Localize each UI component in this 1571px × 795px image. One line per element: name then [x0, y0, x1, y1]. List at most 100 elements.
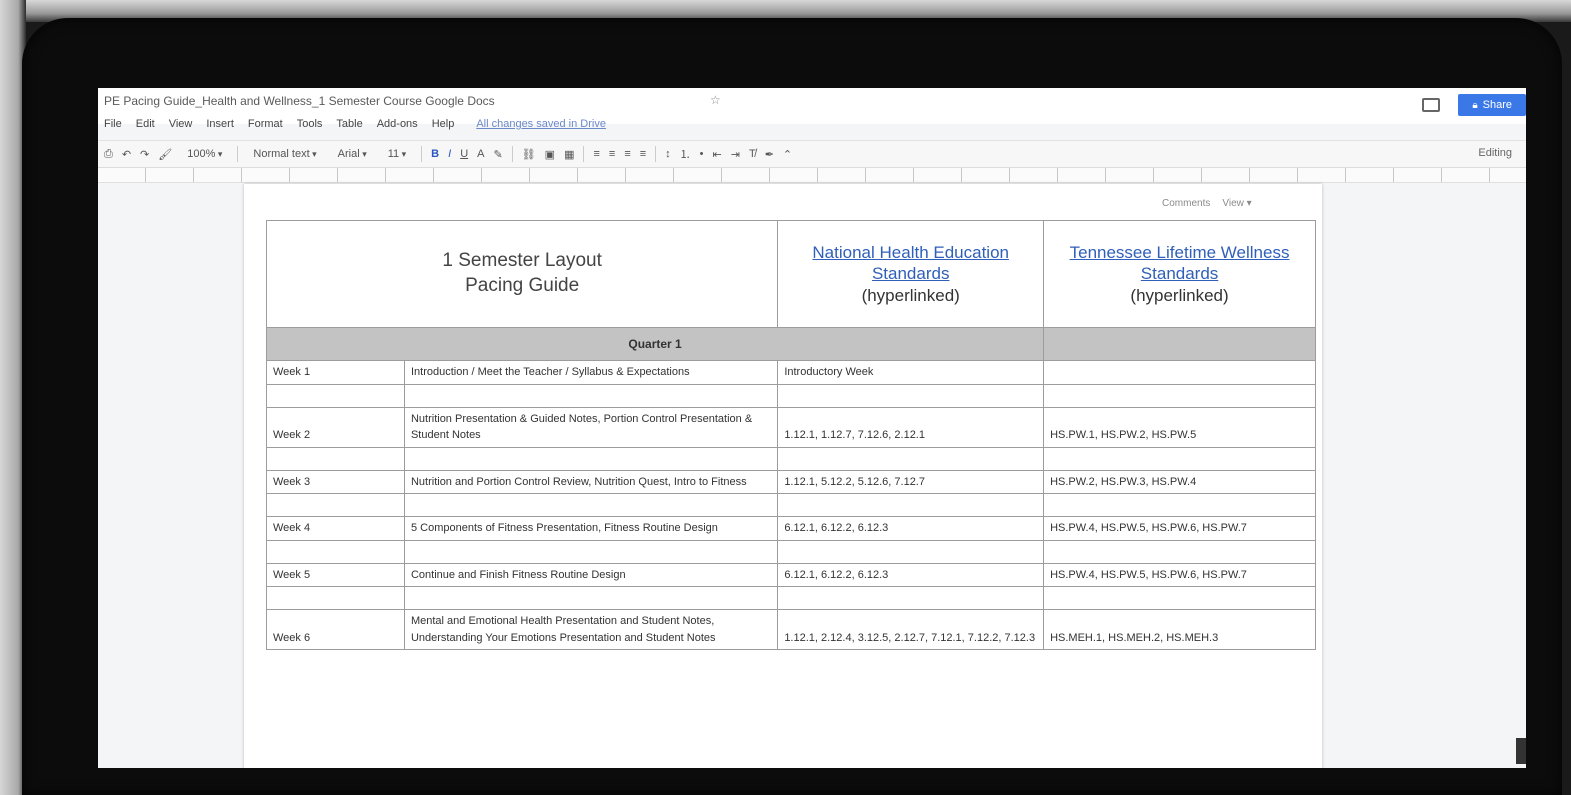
week-cell[interactable]: Week 5: [266, 562, 405, 587]
table-row: Week 3 Nutrition and Portion Control Rev…: [266, 469, 1316, 494]
tn-standards-cell[interactable]: HS.PW.4, HS.PW.5, HS.PW.6, HS.PW.7: [1043, 562, 1316, 587]
tn-standards-cell[interactable]: HS.PW.2, HS.PW.3, HS.PW.4: [1043, 469, 1316, 494]
table-row: Week 1 Introduction / Meet the Teacher /…: [266, 360, 1316, 385]
editing-mode[interactable]: Editing: [1478, 147, 1512, 159]
section-title[interactable]: Quarter 1: [265, 327, 1045, 361]
header-national-cell[interactable]: National Health Education Standards (hyp…: [777, 220, 1045, 328]
header-title-cell[interactable]: 1 Semester Layout Pacing Guide: [265, 220, 779, 328]
menu-tools[interactable]: Tools: [297, 118, 323, 136]
bold-button[interactable]: B: [431, 148, 439, 160]
scroll-handle[interactable]: [1516, 738, 1526, 764]
menu-insert[interactable]: Insert: [206, 118, 234, 136]
image-icon[interactable]: ▦: [564, 148, 574, 161]
bulleted-list-icon[interactable]: •: [700, 148, 704, 160]
spacer-row: [266, 493, 1316, 517]
national-standards-cell[interactable]: Introductory Week: [777, 360, 1045, 385]
paint-format-icon[interactable]: 🖌︎: [158, 148, 172, 161]
line-spacing-icon[interactable]: ↕: [665, 148, 671, 160]
align-left-icon[interactable]: ≡: [593, 148, 599, 160]
pen-icon[interactable]: ✒: [765, 148, 774, 161]
menu-file[interactable]: File: [104, 118, 122, 136]
national-standards-cell[interactable]: 1.12.1, 5.12.2, 5.12.6, 7.12.7: [777, 469, 1045, 494]
menu-table[interactable]: Table: [336, 118, 362, 136]
tn-standards-link[interactable]: Tennessee Lifetime Wellness Standards: [1050, 242, 1309, 285]
share-button[interactable]: 🔒︎ Share: [1458, 94, 1526, 116]
week-cell[interactable]: Week 6: [266, 609, 405, 650]
last-edit-link[interactable]: All changes saved in Drive: [476, 118, 606, 136]
spacer-row: [266, 539, 1316, 564]
browser-screen: PE Pacing Guide_Health and Wellness_1 Se…: [98, 88, 1526, 768]
print-icon[interactable]: ⎙: [104, 148, 113, 161]
zoom-select[interactable]: 100%: [181, 148, 228, 160]
toolbar-divider: [583, 146, 585, 162]
comments-toggle[interactable]: Comments: [1162, 198, 1210, 209]
national-standards-cell[interactable]: 6.12.1, 6.12.2, 6.12.3: [777, 562, 1045, 587]
document-title[interactable]: PE Pacing Guide_Health and Wellness_1 Se…: [104, 94, 495, 108]
numbered-list-icon[interactable]: ⒈: [680, 146, 691, 162]
topic-cell[interactable]: Continue and Finish Fitness Routine Desi…: [403, 562, 779, 587]
collapse-icon[interactable]: ⌃: [783, 148, 792, 161]
header-tn-cell[interactable]: Tennessee Lifetime Wellness Standards (h…: [1043, 220, 1316, 328]
decrease-indent-icon[interactable]: ⇤: [713, 148, 722, 161]
table-row: Week 5 Continue and Finish Fitness Routi…: [266, 562, 1316, 587]
menu-format[interactable]: Format: [248, 118, 283, 136]
italic-button[interactable]: I: [448, 148, 451, 160]
toolbar-divider: [421, 146, 423, 162]
star-icon[interactable]: ☆: [710, 93, 721, 107]
topic-cell[interactable]: Nutrition Presentation & Guided Notes, P…: [403, 406, 779, 448]
national-standards-link[interactable]: National Health Education Standards: [784, 242, 1037, 285]
style-select[interactable]: Normal text: [247, 148, 322, 160]
national-standards-cell[interactable]: 6.12.1, 6.12.2, 6.12.3: [777, 516, 1045, 541]
toolbar-divider: [655, 146, 657, 162]
tn-standards-cell[interactable]: HS.PW.1, HS.PW.2, HS.PW.5: [1043, 406, 1316, 448]
table-title-line2: Pacing Guide: [465, 275, 580, 296]
national-standards-cell[interactable]: 1.12.1, 1.12.7, 7.12.6, 2.12.1: [777, 406, 1045, 448]
ruler[interactable]: [98, 168, 1526, 183]
comments-icon[interactable]: [1422, 98, 1441, 112]
spacer-row: [266, 586, 1316, 610]
menu-edit[interactable]: Edit: [136, 118, 155, 136]
section-blank[interactable]: [1043, 327, 1316, 361]
tn-standards-note: (hyperlinked): [1130, 285, 1229, 305]
font-size-select[interactable]: 11: [382, 148, 412, 160]
pacing-guide-table[interactable]: 1 Semester Layout Pacing Guide National …: [265, 220, 1316, 650]
font-select[interactable]: Arial: [332, 148, 373, 160]
view-toggle[interactable]: View: [1222, 198, 1251, 209]
tn-standards-cell[interactable]: HS.MEH.1, HS.MEH.2, HS.MEH.3: [1043, 609, 1316, 650]
menu-addons[interactable]: Add-ons: [377, 118, 418, 136]
spacer-row: [266, 446, 1316, 471]
comment-icon[interactable]: ▣: [545, 148, 555, 161]
tn-standards-cell[interactable]: HS.PW.4, HS.PW.5, HS.PW.6, HS.PW.7: [1043, 516, 1316, 541]
menu-view[interactable]: View: [169, 118, 193, 136]
align-justify-icon[interactable]: ≡: [640, 148, 646, 160]
topic-cell[interactable]: Mental and Emotional Health Presentation…: [403, 609, 779, 650]
clear-formatting-icon[interactable]: T̸: [749, 148, 756, 160]
align-center-icon[interactable]: ≡: [609, 148, 615, 160]
section-row: Quarter 1: [265, 327, 1316, 361]
lock-icon: 🔒︎: [1472, 99, 1478, 111]
menu-help[interactable]: Help: [432, 118, 455, 136]
highlight-icon[interactable]: ✎: [493, 148, 502, 161]
undo-icon[interactable]: ↶: [122, 148, 131, 161]
table-row: Week 2 Nutrition Presentation & Guided N…: [266, 406, 1316, 448]
toolbar-divider: [511, 146, 513, 162]
topic-cell[interactable]: Introduction / Meet the Teacher / Syllab…: [403, 360, 779, 385]
align-right-icon[interactable]: ≡: [624, 148, 630, 160]
week-cell[interactable]: Week 2: [266, 406, 405, 448]
topic-cell[interactable]: 5 Components of Fitness Presentation, Fi…: [403, 516, 779, 541]
week-cell[interactable]: Week 4: [266, 516, 405, 541]
toolbar-divider: [237, 146, 239, 162]
week-cell[interactable]: Week 3: [266, 469, 405, 494]
tn-standards-cell[interactable]: [1043, 360, 1316, 385]
week-cell[interactable]: Week 1: [266, 360, 405, 385]
national-standards-cell[interactable]: 1.12.1, 2.12.4, 3.12.5, 2.12.7, 7.12.1, …: [777, 609, 1045, 650]
redo-icon[interactable]: ↷: [140, 148, 149, 161]
underline-button[interactable]: U: [460, 148, 468, 160]
spacer-row: [266, 383, 1316, 408]
topic-cell[interactable]: Nutrition and Portion Control Review, Nu…: [403, 469, 779, 494]
link-icon[interactable]: ⛓︎: [522, 148, 536, 161]
increase-indent-icon[interactable]: ⇥: [731, 148, 740, 161]
formatting-toolbar: ⎙ ↶ ↷ 🖌︎ 100% Normal text Arial 11 B I U…: [98, 140, 1526, 168]
text-color-button[interactable]: A: [477, 148, 484, 160]
page-tools: Comments View: [1162, 198, 1252, 209]
